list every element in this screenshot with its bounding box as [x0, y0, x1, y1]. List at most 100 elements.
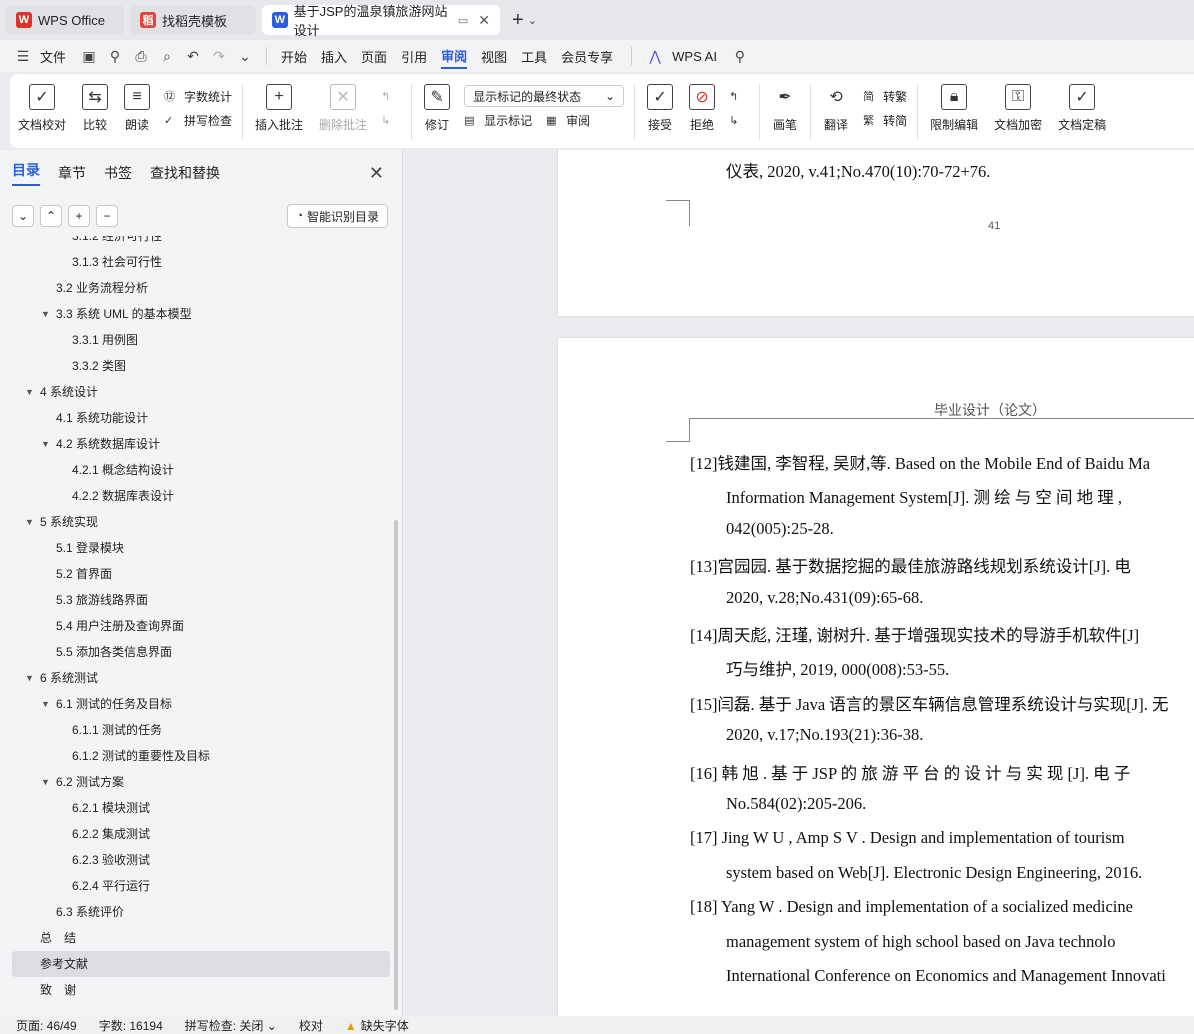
toc-item[interactable]: 3.2 业务流程分析: [0, 275, 402, 301]
toc-item[interactable]: 6.2.2 集成测试: [0, 821, 402, 847]
compare-button[interactable]: ⇆ 比较: [82, 84, 109, 133]
menu-page[interactable]: 页面: [361, 47, 387, 66]
toc-item[interactable]: 5.1 登录模块: [0, 535, 402, 561]
tab-find-replace[interactable]: 查找和替换: [150, 163, 220, 183]
track-changes-button[interactable]: ✎ 修订: [424, 84, 451, 133]
proof-button[interactable]: 校对: [299, 1017, 323, 1034]
new-tab-icon[interactable]: +: [512, 9, 524, 32]
file-menu[interactable]: ☰ 文件: [14, 47, 66, 66]
collapse-all-button[interactable]: ⌄: [12, 205, 34, 227]
accept-button[interactable]: ✓ 接受: [647, 84, 674, 133]
toc-item[interactable]: 3.1.3 社会可行性: [0, 249, 402, 275]
menu-review[interactable]: 审阅: [441, 43, 468, 69]
page-indicator[interactable]: 页面: 46/49: [16, 1017, 77, 1034]
expand-arrow-icon[interactable]: ▼: [25, 379, 34, 405]
toc-item[interactable]: 参考文献: [12, 951, 390, 977]
menu-insert[interactable]: 插入: [321, 47, 347, 66]
doc-check-button[interactable]: ✓ 文档校对: [18, 84, 66, 133]
close-icon[interactable]: ✕: [478, 12, 490, 29]
menu-member[interactable]: 会员专享: [561, 47, 613, 66]
toc-item[interactable]: 4.1 系统功能设计: [0, 405, 402, 431]
tab-wps-office[interactable]: W WPS Office: [6, 5, 124, 35]
document-canvas[interactable]: 仪表, 2020, v.41;No.470(10):70-72+76. 41 毕…: [404, 150, 1194, 1016]
expand-up-button[interactable]: ⌃: [40, 205, 62, 227]
smart-toc-button[interactable]: ◔ 智能识别目录: [287, 204, 388, 228]
undo-icon[interactable]: ↶: [184, 48, 202, 65]
toc-item[interactable]: 6.2.4 平行运行: [0, 873, 402, 899]
toc-item[interactable]: 6.1.1 测试的任务: [0, 717, 402, 743]
menu-view[interactable]: 视图: [481, 47, 507, 66]
toc-item[interactable]: ▼ 6 系统测试: [0, 665, 402, 691]
share-icon[interactable]: ⚲: [106, 48, 124, 65]
tab-sections[interactable]: 章节: [58, 163, 86, 183]
toc-item[interactable]: 4.2.2 数据库表设计: [0, 483, 402, 509]
tab-toc[interactable]: 目录: [12, 160, 40, 186]
to-simplified-button[interactable]: 繁转简: [863, 108, 907, 132]
save-icon[interactable]: ▣: [80, 48, 98, 65]
word-count-button[interactable]: ⑫ 字数统计: [164, 84, 232, 108]
translate-button[interactable]: ⟲ 翻译: [823, 84, 849, 133]
reject-button[interactable]: ⊘ 拒绝: [689, 84, 716, 133]
insert-comment-button[interactable]: + 插入批注: [255, 84, 303, 133]
search-icon[interactable]: ⚲: [731, 48, 749, 65]
expand-arrow-icon[interactable]: ▼: [25, 509, 34, 535]
spell-check-status[interactable]: 拼写检查: 关闭 ⌄: [185, 1017, 277, 1034]
toc-item[interactable]: 3.3.2 类图: [0, 353, 402, 379]
toc-item[interactable]: 6.2.1 模块测试: [0, 795, 402, 821]
next-comment-button[interactable]: ↳: [381, 108, 401, 132]
delete-comment-button[interactable]: ✕ 删除批注: [319, 84, 367, 133]
markup-select[interactable]: 显示标记的最终状态 ⌄: [464, 85, 625, 107]
toc-item[interactable]: 总 结: [0, 925, 402, 951]
chevron-down-icon[interactable]: ⌄: [236, 48, 254, 65]
expand-arrow-icon[interactable]: ▼: [41, 301, 50, 327]
toc-item[interactable]: 6.2.3 验收测试: [0, 847, 402, 873]
menu-reference[interactable]: 引用: [401, 47, 427, 66]
tab-document[interactable]: W 基于JSP的温泉镇旅游网站设计 ▭ ✕: [262, 4, 500, 38]
expand-arrow-icon[interactable]: ▼: [41, 691, 50, 717]
word-count-indicator[interactable]: 字数: 16194: [99, 1017, 163, 1034]
toc-item[interactable]: ▼ 3.3 系统 UML 的基本模型: [0, 301, 402, 327]
toc-item[interactable]: ▼ 4.2 系统数据库设计: [0, 431, 402, 457]
toc-item[interactable]: ▼ 6.1 测试的任务及目标: [0, 691, 402, 717]
tab-bookmarks[interactable]: 书签: [104, 163, 132, 183]
prev-comment-button[interactable]: ↰: [381, 84, 401, 108]
toc-item[interactable]: 4.2.1 概念结构设计: [0, 457, 402, 483]
toc-item[interactable]: 6.3 系统评价: [0, 899, 402, 925]
review-pane-button[interactable]: 审阅: [566, 112, 590, 129]
toc-item[interactable]: 5.3 旅游线路界面: [0, 587, 402, 613]
missing-font-button[interactable]: ▲ 缺失字体: [345, 1017, 409, 1034]
print-preview-icon[interactable]: ⌕: [158, 48, 176, 65]
toc-item[interactable]: 致 谢: [0, 977, 402, 1003]
menu-start[interactable]: 开始: [281, 47, 307, 66]
chevron-down-icon[interactable]: ⌄: [528, 14, 537, 27]
toc-item[interactable]: 3.1.2 经济可行性: [0, 236, 402, 249]
spell-check-button[interactable]: ✓ 拼写检查: [164, 108, 232, 132]
toc-item[interactable]: 6.1.2 测试的重要性及目标: [0, 743, 402, 769]
document-page[interactable]: 仪表, 2020, v.41;No.470(10):70-72+76. 41: [558, 150, 1194, 316]
to-traditional-button[interactable]: 简转繁: [863, 84, 907, 108]
toc-item[interactable]: 5.4 用户注册及查询界面: [0, 613, 402, 639]
redo-icon[interactable]: ↷: [210, 48, 228, 65]
menu-tools[interactable]: 工具: [521, 47, 547, 66]
encrypt-button[interactable]: ⚿ 文档加密: [994, 84, 1042, 133]
read-aloud-button[interactable]: ≡ 朗读: [124, 84, 151, 133]
finalize-button[interactable]: ✓ 文档定稿: [1058, 84, 1106, 133]
expand-arrow-icon[interactable]: ▼: [41, 431, 50, 457]
toc-item[interactable]: ▼ 6.2 测试方案: [0, 769, 402, 795]
prev-change-button[interactable]: ↰: [729, 84, 749, 108]
toc-item[interactable]: ▼ 4 系统设计: [0, 379, 402, 405]
expand-arrow-icon[interactable]: ▼: [41, 769, 50, 795]
expand-arrow-icon[interactable]: ▼: [25, 665, 34, 691]
toc-item[interactable]: 5.2 首界面: [0, 561, 402, 587]
add-heading-button[interactable]: +: [68, 205, 90, 227]
wps-ai-button[interactable]: ⋀ WPS AI: [646, 48, 717, 65]
document-page[interactable]: 毕业设计（论文） [12]钱建国, 李智程, 吴财,等. Based on th…: [558, 338, 1194, 1016]
toc-item[interactable]: 3.3.1 用例图: [0, 327, 402, 353]
toc-scrollbar[interactable]: [394, 520, 398, 1010]
tab-templates[interactable]: 稻 找稻壳模板: [130, 5, 256, 35]
toc-item[interactable]: 5.5 添加各类信息界面: [0, 639, 402, 665]
restrict-editing-button[interactable]: 🔒︎ 限制编辑: [930, 84, 978, 133]
remove-heading-button[interactable]: −: [96, 205, 118, 227]
close-icon[interactable]: ✕: [369, 163, 384, 184]
pen-button[interactable]: ✒ 画笔: [772, 84, 798, 133]
